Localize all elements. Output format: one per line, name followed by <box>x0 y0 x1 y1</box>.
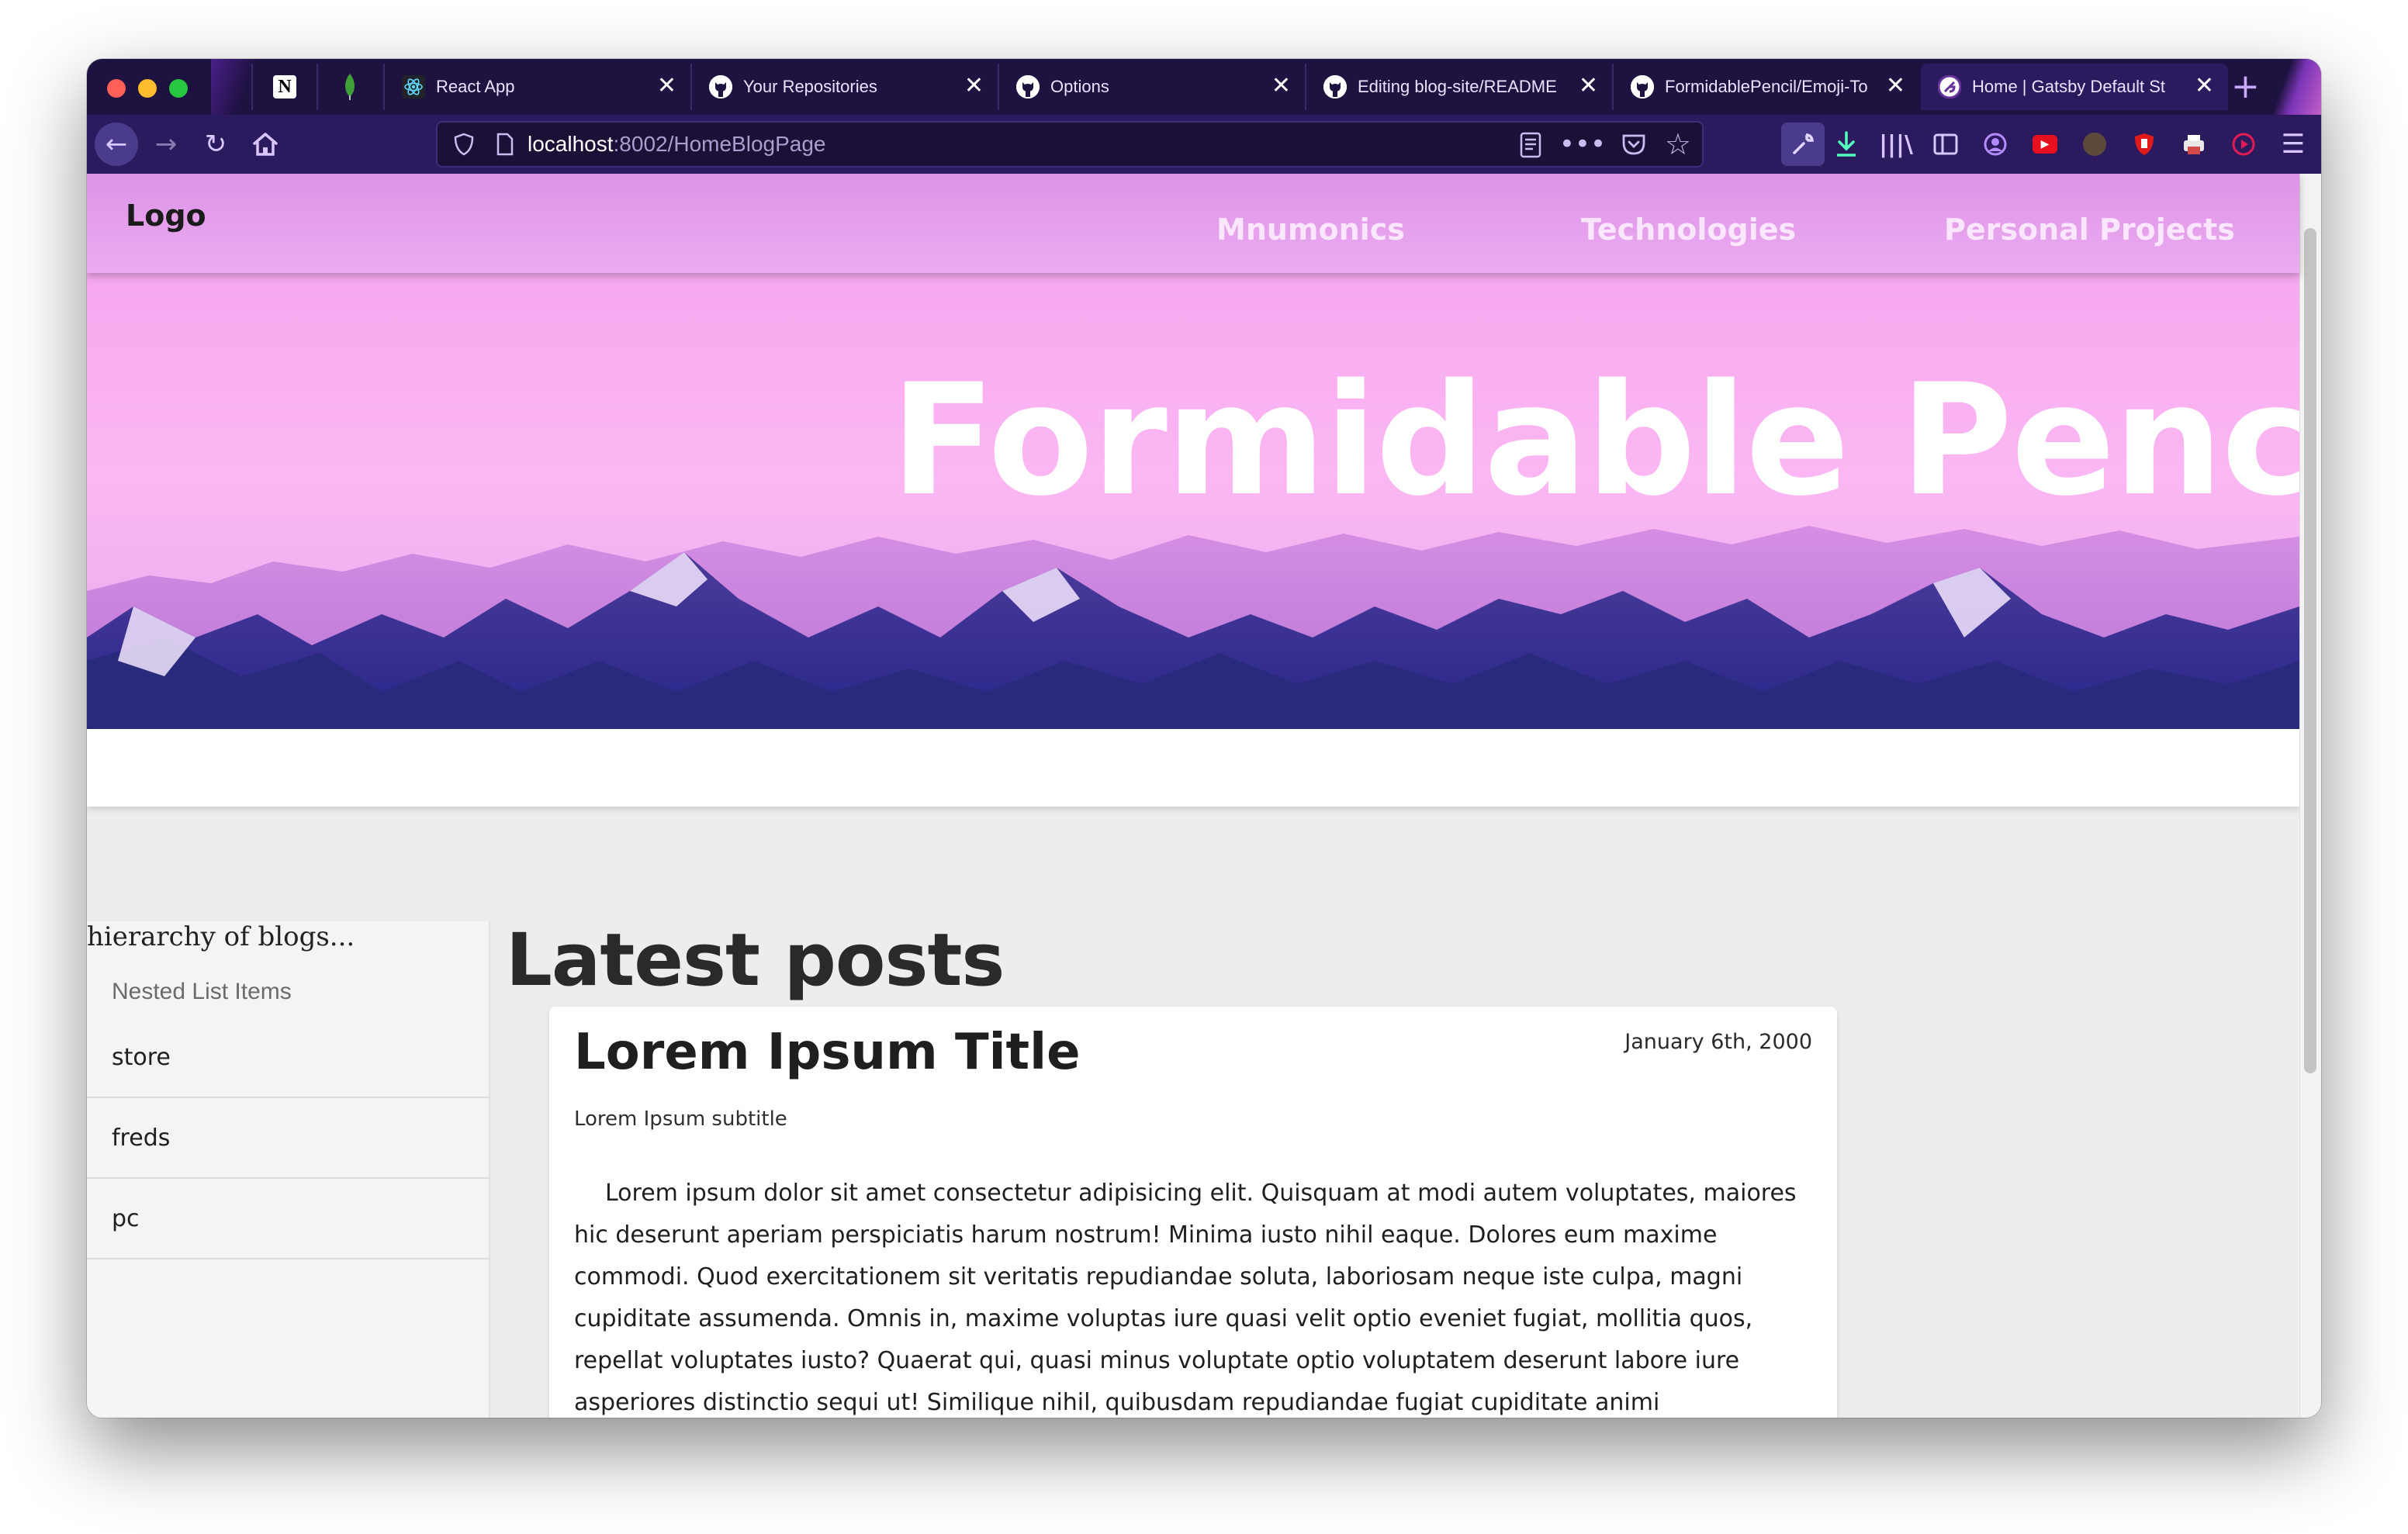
wrench-icon[interactable] <box>1781 123 1825 166</box>
tab-title: Editing blog-site/README <box>1358 77 1557 96</box>
browser-toolbar: ← → ↻ localhost:8002/HomeBlogPage ••• ☆ <box>87 115 2321 174</box>
new-tab-icon[interactable]: + <box>2231 68 2260 105</box>
ublock-icon[interactable] <box>2129 129 2160 160</box>
printer-extension-icon[interactable] <box>2178 129 2209 160</box>
sidebar-item-freds[interactable]: freds <box>87 1098 490 1179</box>
tab-title: Options <box>1050 77 1109 96</box>
tab-gatsby-home[interactable]: Home | Gatsby Default St ✕ <box>1921 64 2228 110</box>
tab-strip-edge <box>2259 59 2321 115</box>
zoom-window-button[interactable] <box>169 79 188 98</box>
tab-options[interactable]: Options ✕ <box>998 64 1305 110</box>
scrollbar-thumb[interactable] <box>2304 228 2316 1073</box>
nav-link-technologies[interactable]: Technologies <box>1581 212 1796 247</box>
browser-window: N React App ✕ Your Repositories ✕ Option… <box>87 59 2321 1418</box>
pocket-icon[interactable] <box>1621 132 1646 160</box>
library-icon[interactable]: |||\ <box>1879 129 1913 160</box>
url-bar[interactable]: localhost:8002/HomeBlogPage ••• ☆ <box>436 121 1704 168</box>
tab-react-app[interactable]: React App ✕ <box>383 64 690 110</box>
close-tab-icon[interactable]: ✕ <box>2195 74 2214 98</box>
github-icon <box>1016 75 1040 98</box>
forward-arrow-icon[interactable]: → <box>144 123 188 166</box>
sidebar-subheader: Nested List Items <box>112 979 292 1004</box>
tab-title: FormidablePencil/Emoji-To <box>1665 77 1868 96</box>
reader-view-icon[interactable] <box>1519 132 1542 161</box>
tab-title: Home | Gatsby Default St <box>1972 77 2166 96</box>
nav-link-personal-projects[interactable]: Personal Projects <box>1944 212 2235 247</box>
github-icon <box>1323 75 1347 98</box>
react-icon <box>402 75 425 98</box>
url-host: localhost <box>528 132 614 156</box>
bookmark-star-icon[interactable]: ☆ <box>1665 127 1691 161</box>
sidebar-item-store[interactable]: store <box>87 1017 490 1098</box>
close-tab-icon[interactable]: ✕ <box>657 74 676 98</box>
github-icon <box>1631 75 1654 98</box>
notion-icon: N <box>273 75 296 98</box>
tab-title: React App <box>436 77 515 96</box>
close-tab-icon[interactable]: ✕ <box>1579 74 1598 98</box>
blog-hierarchy-sidebar: hierarchy of blogs... Nested List Items … <box>87 921 490 1418</box>
tab-emoji-repo[interactable]: FormidablePencil/Emoji-To ✕ <box>1612 64 1919 110</box>
github-icon <box>709 75 732 98</box>
latest-posts-title: Latest posts <box>506 918 1005 1003</box>
nav-link-mnumonics[interactable]: Mnumonics <box>1216 212 1405 247</box>
site-logo[interactable]: Logo <box>126 199 206 233</box>
sidebar-icon[interactable] <box>1930 129 1961 160</box>
hero-banner: Formidable Pencil <box>87 273 2299 729</box>
shield-icon[interactable] <box>448 133 479 156</box>
tab-editing-readme[interactable]: Editing blog-site/README ✕ <box>1305 64 1612 110</box>
download-icon[interactable] <box>1831 129 1862 160</box>
back-arrow-icon[interactable]: ← <box>95 123 138 166</box>
close-tab-icon[interactable]: ✕ <box>964 74 984 98</box>
post-card[interactable]: Lorem Ipsum Title January 6th, 2000 Lore… <box>549 1007 1837 1418</box>
close-tab-icon[interactable]: ✕ <box>1271 74 1291 98</box>
post-body: Lorem ipsum dolor sit amet consectetur a… <box>574 1180 1797 1416</box>
hamburger-menu-icon[interactable]: ☰ <box>2278 129 2309 160</box>
minimize-window-button[interactable] <box>138 79 157 98</box>
pinned-tab-notion[interactable]: N <box>251 64 317 110</box>
pinned-tab-mongodb[interactable] <box>317 64 382 110</box>
play-extension-icon[interactable] <box>2228 129 2259 160</box>
site-header: Logo Mnumonics Technologies Personal Pro… <box>87 174 2299 273</box>
post-subtitle: Lorem Ipsum subtitle <box>574 1107 787 1131</box>
extension-dot-icon[interactable] <box>2079 129 2110 160</box>
close-tab-icon[interactable]: ✕ <box>1886 74 1905 98</box>
account-icon[interactable] <box>1980 129 2011 160</box>
reload-icon[interactable]: ↻ <box>194 123 237 166</box>
more-actions-icon[interactable]: ••• <box>1559 129 1606 160</box>
home-icon[interactable] <box>244 123 287 166</box>
sidebar-heading: hierarchy of blogs... <box>87 921 355 952</box>
sidebar-item-pc[interactable]: pc <box>87 1179 490 1259</box>
close-window-button[interactable] <box>107 79 126 98</box>
hero-bottom-strip <box>87 729 2299 807</box>
page-scrollbar[interactable] <box>2299 174 2321 1418</box>
post-date: January 6th, 2000 <box>1624 1030 1812 1054</box>
url-path: :8002/HomeBlogPage <box>613 132 826 156</box>
page-viewport: Logo Mnumonics Technologies Personal Pro… <box>87 174 2321 1418</box>
mountain-range-image <box>87 526 2299 729</box>
tab-strip-gradient <box>211 59 258 115</box>
page-icon <box>493 133 517 156</box>
post-title[interactable]: Lorem Ipsum Title <box>574 1024 1080 1081</box>
gatsby-icon <box>1938 75 1961 98</box>
youtube-extension-icon[interactable]: ▶ <box>2029 129 2060 160</box>
tab-title: Your Repositories <box>743 77 877 96</box>
tab-your-repositories[interactable]: Your Repositories ✕ <box>690 64 998 110</box>
mongodb-leaf-icon <box>345 74 355 100</box>
tab-strip: N React App ✕ Your Repositories ✕ Option… <box>87 59 2321 115</box>
